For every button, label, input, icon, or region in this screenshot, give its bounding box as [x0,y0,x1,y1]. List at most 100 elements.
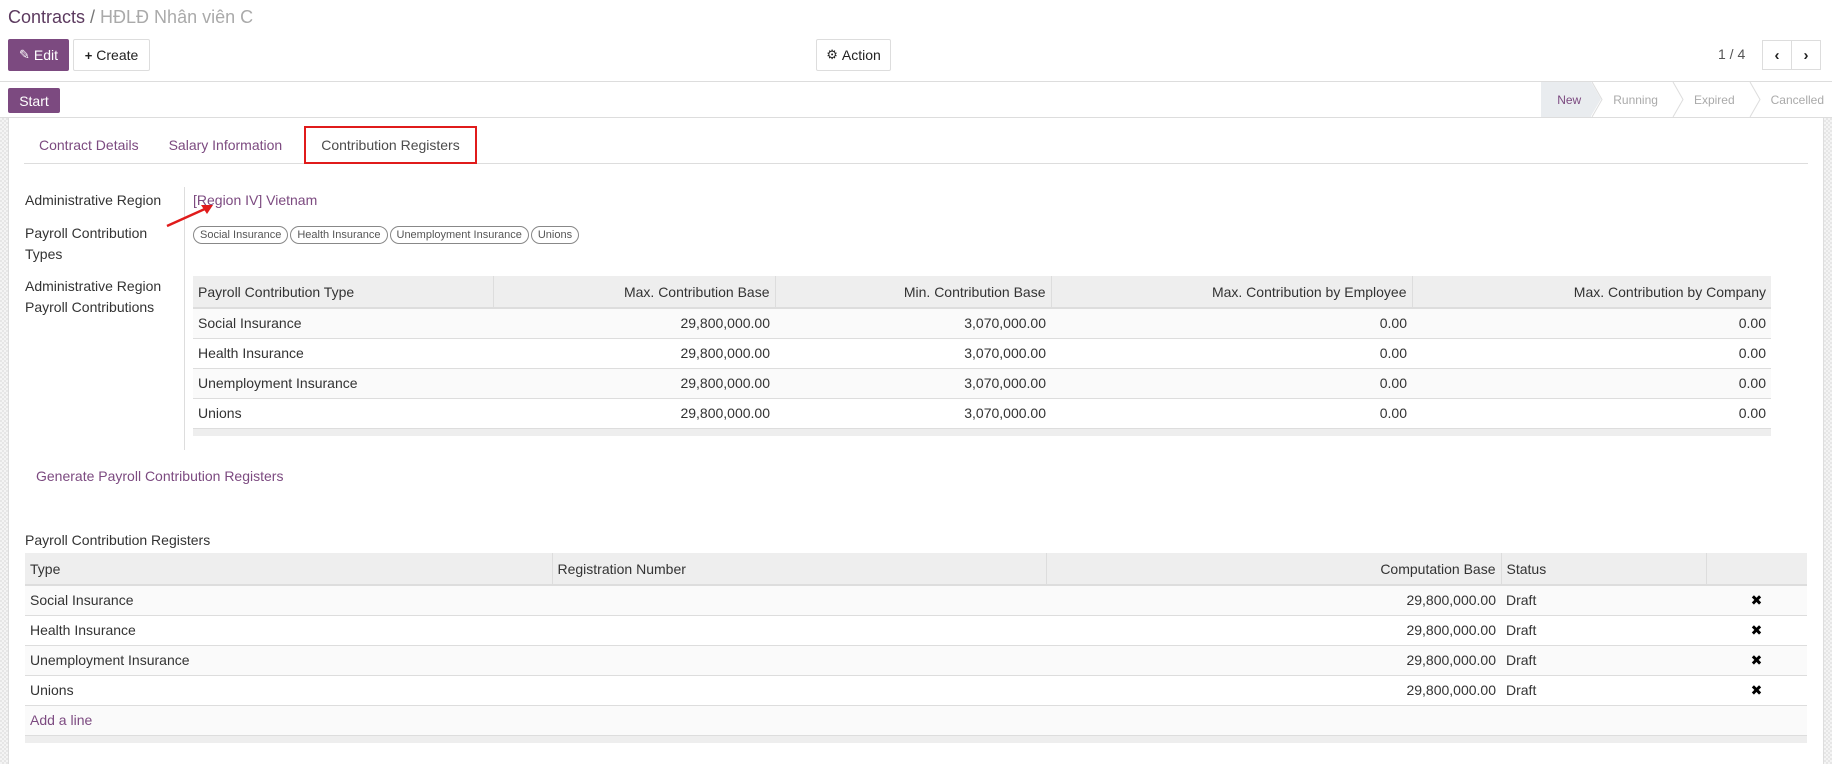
tab-label: Contribution Registers [321,137,460,153]
table-row[interactable]: Health Insurance 29,800,000.00 Draft ✖ [25,615,1807,646]
cell-status: Draft [1501,615,1706,646]
delete-row-button[interactable]: ✖ [1706,645,1807,676]
cell-registration-number [552,585,1046,616]
cell-max-company: 0.00 [1412,338,1771,369]
pencil-icon: ✎ [18,47,30,62]
edit-button[interactable]: ✎ Edit [8,39,69,71]
sheet-background-left [0,118,9,764]
stage-running[interactable]: Running [1591,82,1672,117]
cell-registration-number [552,675,1046,706]
cell-computation-base: 29,800,000.00 [1046,645,1501,676]
stage-label: Running [1613,92,1658,107]
add-line-row: Add a line [25,705,1807,736]
table-row[interactable]: Unions 29,800,000.00 Draft ✖ [25,675,1807,706]
table-row[interactable]: Social Insurance 29,800,000.00 Draft ✖ [25,585,1807,616]
stage-new[interactable]: New [1541,82,1602,117]
pager-next-button[interactable]: › [1791,40,1821,70]
cell-min-base: 3,070,000.00 [775,368,1051,399]
action-button-label: Action [841,47,881,63]
add-line-button[interactable]: Add a line [30,712,92,728]
cell-max-employee: 0.00 [1051,368,1412,399]
cell-max-company: 0.00 [1412,398,1771,429]
tag-social-insurance: Social Insurance [193,226,289,244]
column-header-actions [1706,553,1807,586]
cell-max-base: 29,800,000.00 [493,368,775,399]
times-icon: ✖ [1750,591,1763,608]
column-header[interactable]: Min. Contribution Base [775,276,1052,309]
cell-max-base: 29,800,000.00 [493,308,775,339]
breadcrumb-contracts-link[interactable]: Contracts [8,7,85,27]
payroll-contribution-types-label: Payroll Contribution Types [25,225,148,262]
notebook-tabs: Contract Details Salary Information Cont… [24,126,1808,164]
registers-section-title: Payroll Contribution Registers [25,532,211,548]
tab-contract-details[interactable]: Contract Details [24,126,154,164]
delete-row-button[interactable]: ✖ [1706,615,1807,646]
generate-registers-button[interactable]: Generate Payroll Contribution Registers [36,468,283,484]
start-button-label: Start [19,92,49,109]
stage-expired[interactable]: Expired [1672,82,1749,117]
cell-max-base: 29,800,000.00 [493,398,775,429]
cell-type: Unions [25,675,552,706]
tab-contribution-registers[interactable]: Contribution Registers [304,126,477,164]
cell-computation-base: 29,800,000.00 [1046,585,1501,616]
cell-computation-base: 29,800,000.00 [1046,615,1501,646]
table-row[interactable]: Unemployment Insurance 29,800,000.00 3,0… [193,368,1771,399]
column-header-registration-number[interactable]: Registration Number [552,553,1047,586]
cell-max-employee: 0.00 [1051,308,1412,339]
cell-registration-number [552,645,1046,676]
column-header-type[interactable]: Type [25,553,553,586]
contribution-type-tags: Social Insurance Health Insurance Unempl… [193,226,580,244]
cell-min-base: 3,070,000.00 [775,398,1051,429]
delete-row-button[interactable]: ✖ [1706,675,1807,706]
stage-label: Cancelled [1770,92,1824,107]
cell-type: Unemployment Insurance [25,645,552,676]
pager-previous-button[interactable]: ‹ [1762,40,1792,70]
delete-row-button[interactable]: ✖ [1706,585,1807,616]
breadcrumb: Contracts / HĐLĐ Nhân viên C [8,7,253,28]
stage-separator [1672,82,1684,117]
stage-pipeline: New Running Expired Cancelled [1541,82,1832,117]
table-row[interactable]: Unemployment Insurance 29,800,000.00 Dra… [25,645,1807,676]
table-row[interactable]: Health Insurance 29,800,000.00 3,070,000… [193,338,1771,369]
region-contributions-table: Payroll Contribution Type Max. Contribut… [193,276,1771,436]
column-header-computation-base[interactable]: Computation Base [1046,553,1502,586]
cell-type: Health Insurance [193,338,493,369]
cell-type: Unemployment Insurance [193,368,493,399]
tag-unions: Unions [530,226,580,244]
region-payroll-contributions-label: Administrative Region Payroll Contributi… [25,278,162,315]
create-button[interactable]: + Create [73,39,150,71]
cell-min-base: 3,070,000.00 [775,338,1051,369]
cell-max-employee: 0.00 [1051,338,1412,369]
contribution-registers-table: Type Registration Number Computation Bas… [25,553,1807,743]
cell-max-base: 29,800,000.00 [493,338,775,369]
table-footer [193,428,1771,436]
plus-icon: + [84,47,93,63]
column-header-status[interactable]: Status [1501,553,1707,586]
column-header[interactable]: Payroll Contribution Type [193,276,494,309]
cell-status: Draft [1501,675,1706,706]
times-icon: ✖ [1750,621,1763,638]
cell-type: Social Insurance [193,308,493,339]
start-button[interactable]: Start [8,88,60,113]
chevron-right-icon: › [1803,46,1809,64]
tag-health-insurance: Health Insurance [290,226,388,244]
column-header[interactable]: Max. Contribution by Company [1412,276,1771,309]
times-icon: ✖ [1750,651,1763,668]
table-header-row: Payroll Contribution Type Max. Contribut… [193,276,1771,309]
stage-label: New [1557,92,1582,107]
cell-type: Unions [193,398,493,429]
pager-value[interactable]: 1 / 4 [1718,46,1745,62]
table-row[interactable]: Unions 29,800,000.00 3,070,000.00 0.00 0… [193,398,1771,429]
cell-type: Health Insurance [25,615,552,646]
tag-unemployment-insurance: Unemployment Insurance [389,226,529,244]
sheet-background-right[interactable] [1823,118,1832,764]
stage-cancelled[interactable]: Cancelled [1749,82,1832,117]
table-row[interactable]: Social Insurance 29,800,000.00 3,070,000… [193,308,1771,339]
times-icon: ✖ [1750,681,1763,698]
column-header[interactable]: Max. Contribution by Employee [1051,276,1413,309]
cell-max-company: 0.00 [1412,308,1771,339]
control-panel: Contracts / HĐLĐ Nhân viên C ✎ Edit + Create… [0,0,1832,82]
column-header[interactable]: Max. Contribution Base [493,276,776,309]
tab-salary-information[interactable]: Salary Information [154,126,298,164]
action-button[interactable]: ⚙ Action [816,39,891,71]
